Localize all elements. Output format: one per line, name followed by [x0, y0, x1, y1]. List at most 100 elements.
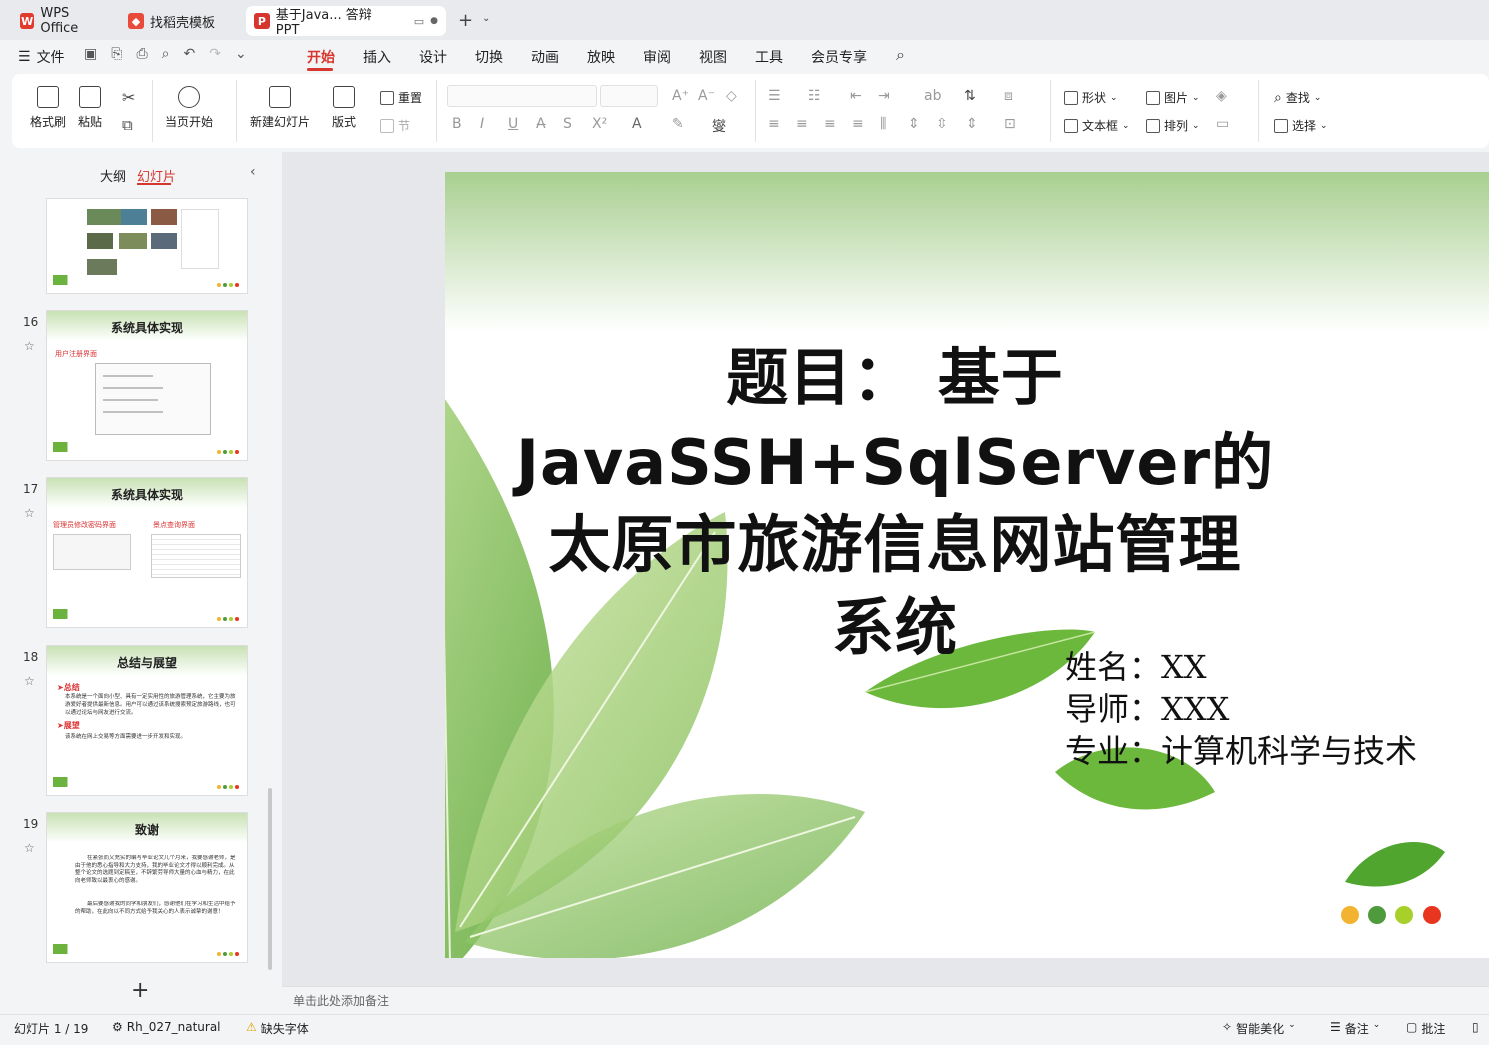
- new-slide-button[interactable]: 新建幻灯片: [250, 86, 310, 130]
- select-button[interactable]: 选择 ⌄: [1274, 117, 1328, 134]
- notes-placeholder[interactable]: 单击此处添加备注: [293, 992, 389, 1009]
- print-preview-icon[interactable]: ⌕: [162, 46, 170, 62]
- shape-button[interactable]: 形状 ⌄: [1064, 89, 1118, 106]
- missing-font-button[interactable]: ⚠ 缺失字体: [246, 1020, 309, 1037]
- underline-icon[interactable]: U: [508, 116, 518, 132]
- theme-name[interactable]: ⚙ Rh_027_natural: [112, 1020, 221, 1034]
- star-icon[interactable]: ☆: [24, 339, 35, 353]
- missing-font-label: 缺失字体: [260, 1022, 309, 1036]
- section-button[interactable]: 节: [380, 117, 410, 134]
- highlight-icon[interactable]: ✎: [672, 116, 684, 132]
- slide-thumbnail-15[interactable]: [46, 198, 248, 294]
- menu-review[interactable]: 审阅: [643, 47, 671, 67]
- cut-icon[interactable]: ✂: [122, 88, 135, 107]
- arrange-button[interactable]: 排列 ⌄: [1146, 117, 1200, 134]
- numbered-list-icon[interactable]: ☷: [808, 88, 821, 104]
- font-size-select[interactable]: [600, 85, 658, 107]
- increase-indent-icon[interactable]: ⇥: [878, 88, 890, 104]
- tab-docer[interactable]: ◆ 找稻壳模板: [120, 6, 240, 36]
- file-menu[interactable]: ☰ 文件: [18, 47, 65, 67]
- convert-icon[interactable]: ⧈: [1004, 88, 1013, 104]
- more-chevron-icon[interactable]: ⌄: [235, 46, 247, 62]
- distribute-icon[interactable]: ⇳: [936, 116, 948, 132]
- notes-pane[interactable]: [282, 986, 1489, 1014]
- vertical-align-icon[interactable]: ⇕: [908, 116, 920, 132]
- chevron-down-icon[interactable]: ⌄: [482, 13, 490, 24]
- menu-home[interactable]: 开始: [307, 47, 335, 67]
- add-slide-plus-icon[interactable]: +: [131, 978, 149, 1003]
- text-box-align-icon[interactable]: ⊡: [1004, 116, 1016, 132]
- view-normal-icon[interactable]: ▯: [1472, 1020, 1479, 1034]
- find-button[interactable]: ⌕ 查找 ⌄: [1274, 89, 1321, 106]
- notes-toggle-button[interactable]: ☰ 备注 ⌄: [1330, 1020, 1380, 1037]
- slide-thumbnail-18[interactable]: 总结与展望 ➤总结 本系统是一个面向小型、具有一定实用性的旅游管理系统，它主要为…: [46, 645, 248, 796]
- section-label: 节: [398, 119, 411, 133]
- superscript-icon[interactable]: X²: [592, 116, 607, 132]
- decrease-indent-icon[interactable]: ⇤: [850, 88, 862, 104]
- italic-icon[interactable]: I: [480, 116, 484, 132]
- align-right-icon[interactable]: ≡: [824, 116, 836, 132]
- font-family-select[interactable]: [447, 85, 597, 107]
- panel-scrollbar[interactable]: [268, 788, 272, 970]
- current-slide[interactable]: 题目： 基于 JavaSSH+SqlServer的 太原市旅游信息网站管理 系统…: [445, 172, 1489, 958]
- line-spacing-sort-icon[interactable]: ⇅: [964, 88, 976, 104]
- form-line: [103, 387, 163, 389]
- menu-insert[interactable]: 插入: [363, 47, 391, 67]
- tab-wps-office[interactable]: W WPS Office: [12, 6, 112, 36]
- copy-icon[interactable]: ⧉: [122, 116, 133, 134]
- comments-button[interactable]: ▢ 批注: [1406, 1020, 1445, 1037]
- new-tab-plus-icon[interactable]: +: [458, 10, 473, 31]
- tab-document[interactable]: P 基于Java... 答辩PPT ▭ ●: [246, 6, 446, 38]
- align-left-icon[interactable]: ≡: [768, 116, 780, 132]
- menu-tools[interactable]: 工具: [755, 47, 783, 67]
- fill-color-icon[interactable]: ◈: [1216, 88, 1227, 104]
- reset-button[interactable]: 重置: [380, 89, 422, 106]
- share-icon[interactable]: ⎘: [111, 46, 122, 62]
- textbox-button[interactable]: 文本框 ⌄: [1064, 117, 1130, 134]
- bullet-list-icon[interactable]: ☰: [768, 88, 781, 104]
- align-center-icon[interactable]: ≡: [796, 116, 808, 132]
- paste-button[interactable]: 粘贴: [78, 86, 102, 130]
- menu-animation[interactable]: 动画: [531, 47, 559, 67]
- char-spacing-icon[interactable]: 燮: [712, 116, 726, 136]
- comment-icon: ▢: [1406, 1020, 1418, 1034]
- bold-icon[interactable]: B: [452, 116, 462, 132]
- redo-icon[interactable]: ↷: [209, 46, 221, 62]
- columns-icon[interactable]: ⫼: [880, 116, 886, 132]
- star-icon[interactable]: ☆: [24, 841, 35, 855]
- star-icon[interactable]: ☆: [24, 674, 35, 688]
- search-icon[interactable]: ⌕: [896, 45, 905, 65]
- undo-icon[interactable]: ↶: [183, 46, 195, 62]
- slide-thumbnail-19[interactable]: 致谢 在紧张而又充实的编写毕业论文几个月来，我要感谢老师，是由于他的悉心指导和大…: [46, 812, 248, 963]
- leaf-decoration: [53, 777, 89, 787]
- increase-font-icon[interactable]: A⁺: [672, 88, 689, 104]
- picture-button[interactable]: 图片 ⌄: [1146, 89, 1200, 106]
- text-direction-icon[interactable]: ab: [924, 88, 941, 104]
- layout-button[interactable]: 版式: [332, 86, 356, 130]
- start-current-button[interactable]: 当页开始: [165, 86, 213, 130]
- collapse-panel-icon[interactable]: ‹: [250, 164, 256, 180]
- strikethrough-icon[interactable]: A̶: [536, 116, 546, 132]
- menu-design[interactable]: 设计: [419, 47, 447, 67]
- outline-color-icon[interactable]: ▭: [1216, 116, 1229, 132]
- slide-thumbnail-16[interactable]: 系统具体实现 用户注册界面: [46, 310, 248, 461]
- justify-icon[interactable]: ≡: [852, 116, 864, 132]
- menu-member[interactable]: 会员专享: [811, 47, 867, 67]
- smart-beautify-button[interactable]: ✧ 智能美化 ⌄: [1222, 1020, 1296, 1037]
- slide-thumbnail-17[interactable]: 系统具体实现 管理员修改密码界面 景点查询界面: [46, 477, 248, 628]
- menu-transition[interactable]: 切换: [475, 47, 503, 67]
- print-icon[interactable]: ⎙: [136, 46, 147, 62]
- format-painter-button[interactable]: 格式刷: [30, 86, 66, 130]
- decrease-font-icon[interactable]: A⁻: [698, 88, 715, 104]
- line-spacing-icon[interactable]: ⇕: [966, 116, 978, 132]
- tab-outline[interactable]: 大纲: [100, 166, 126, 185]
- menu-view[interactable]: 视图: [699, 47, 727, 67]
- save-icon[interactable]: ▣: [84, 46, 97, 62]
- clear-format-icon[interactable]: ◇: [726, 88, 737, 104]
- star-icon[interactable]: ☆: [24, 506, 35, 520]
- shadow-icon[interactable]: S: [563, 116, 572, 132]
- font-color-icon[interactable]: A: [632, 116, 642, 132]
- menu-slideshow[interactable]: 放映: [587, 47, 615, 67]
- color-dot-2: [1368, 906, 1386, 924]
- shape-icon: [1064, 90, 1078, 105]
